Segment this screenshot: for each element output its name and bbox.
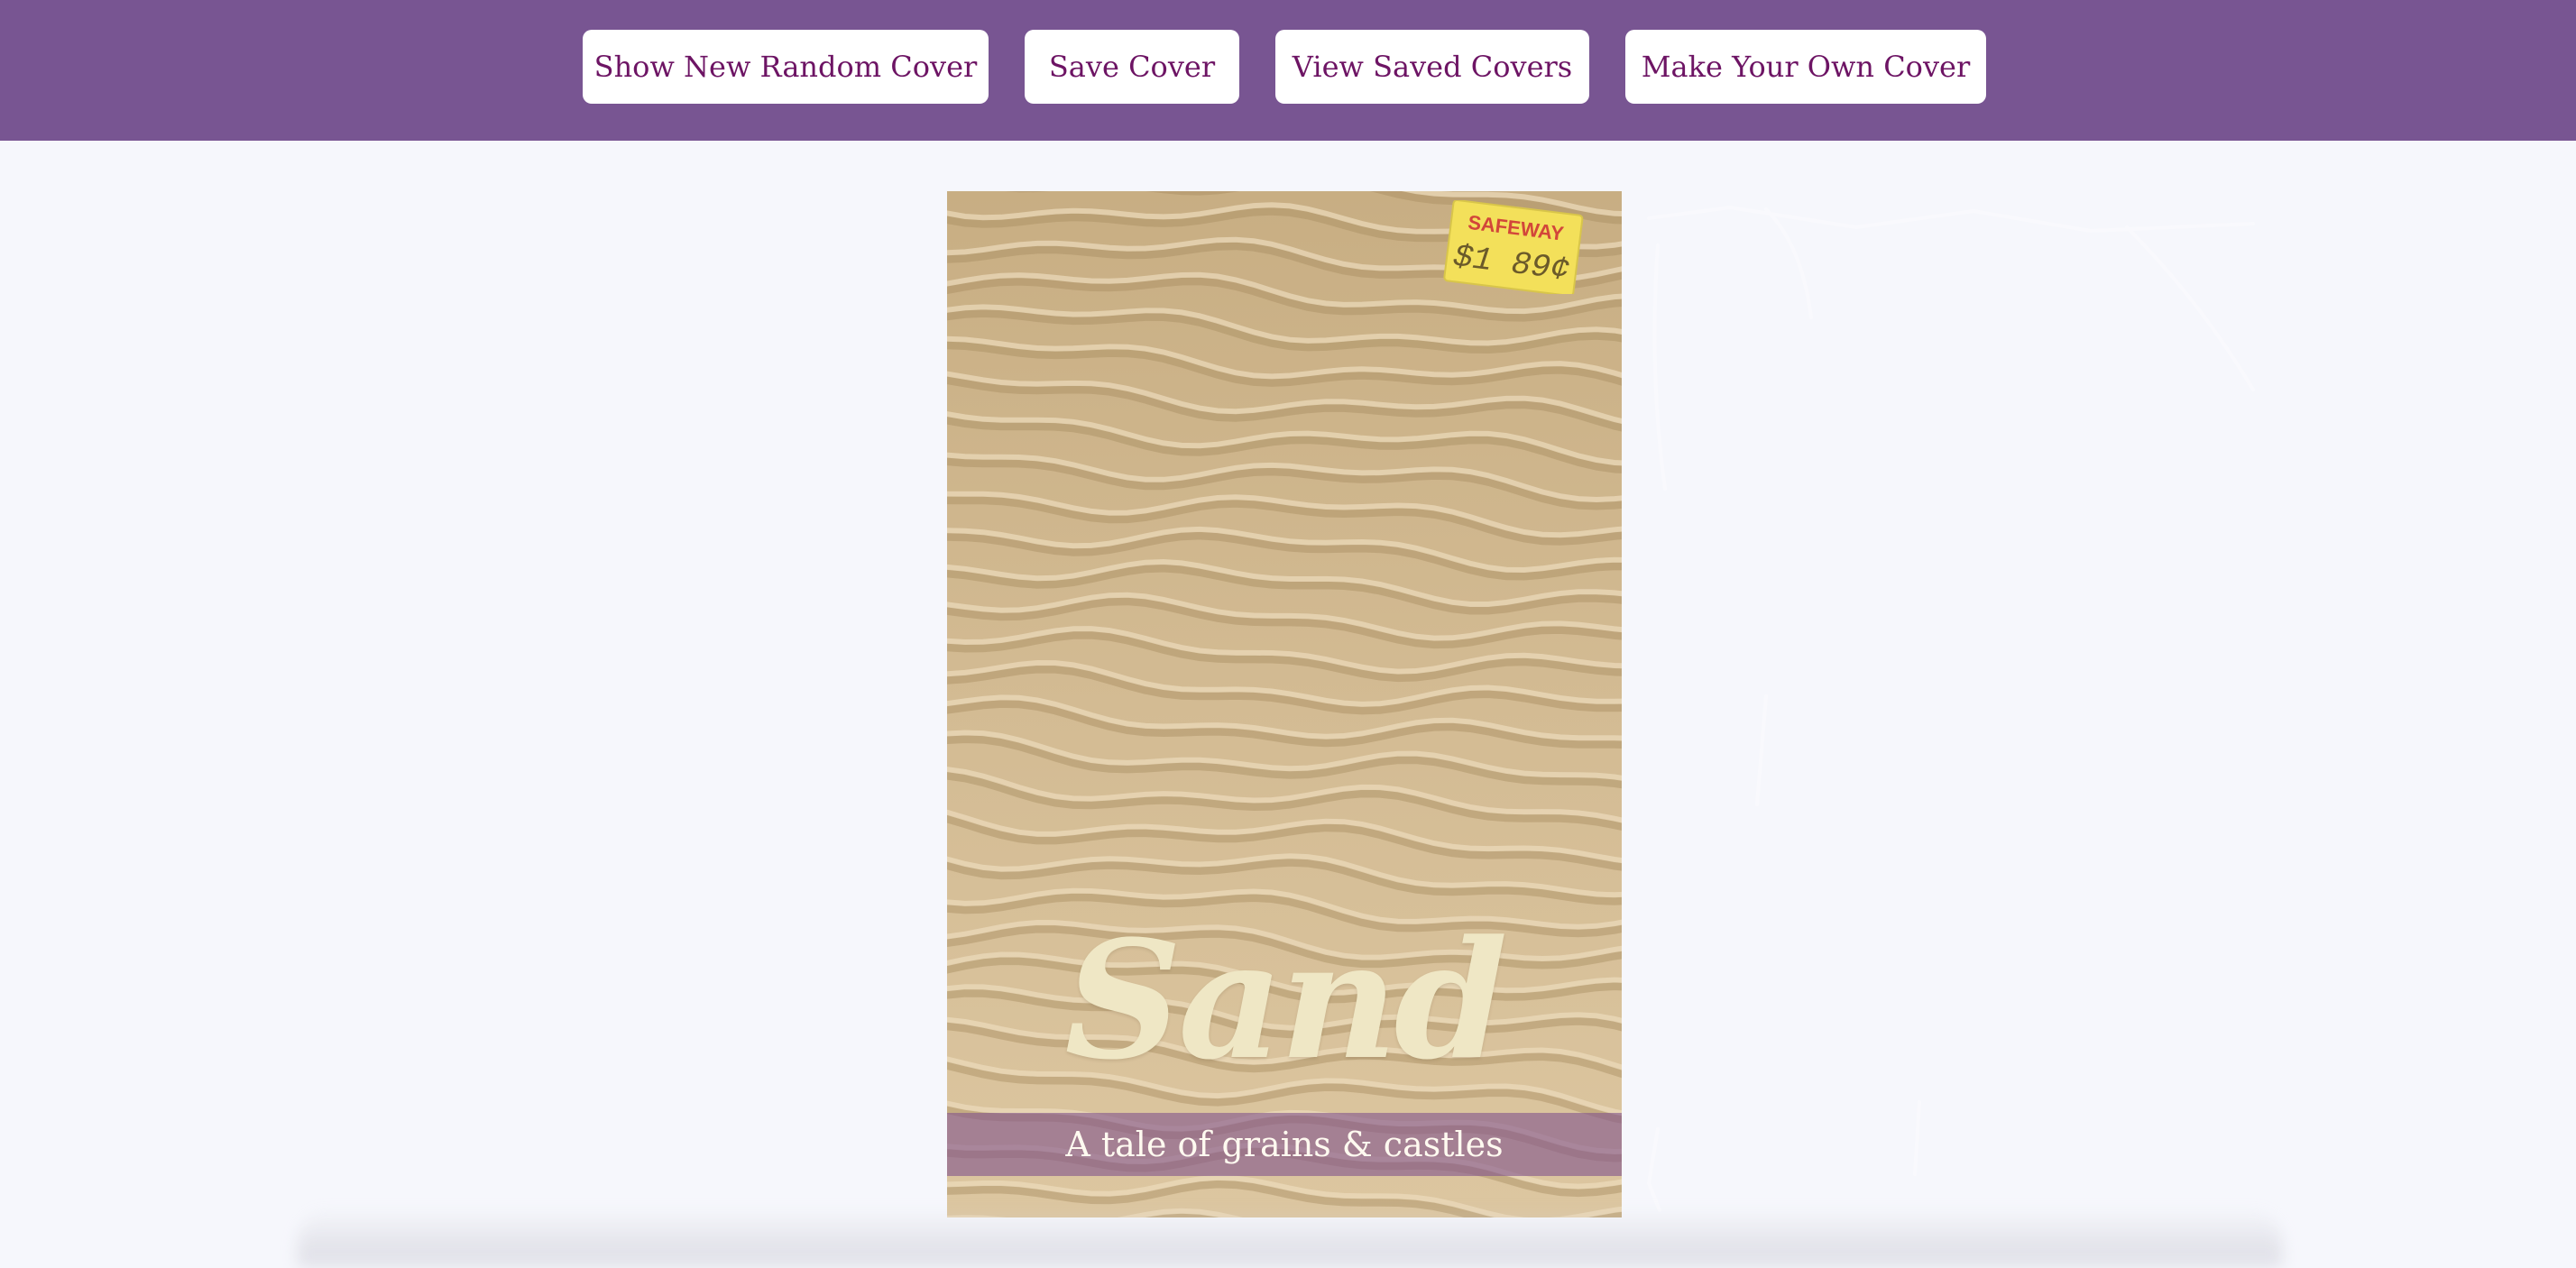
price-tag-sticker: SAFEWAY $1 89¢ <box>1443 200 1584 294</box>
cover-title: Sand <box>1064 905 1507 1096</box>
save-cover-button[interactable]: Save Cover <box>1025 30 1239 104</box>
toolbar: Show New Random Cover Save Cover View Sa… <box>0 0 2576 141</box>
show-random-cover-button[interactable]: Show New Random Cover <box>583 30 989 104</box>
make-your-own-cover-button[interactable]: Make Your Own Cover <box>1625 30 1986 104</box>
cover-overlay-frame <box>1646 205 2255 1212</box>
saved-covers-section-edge <box>298 1208 2282 1268</box>
view-saved-covers-button[interactable]: View Saved Covers <box>1275 30 1589 104</box>
cover-tagline: A tale of grains & castles <box>1065 1125 1504 1164</box>
